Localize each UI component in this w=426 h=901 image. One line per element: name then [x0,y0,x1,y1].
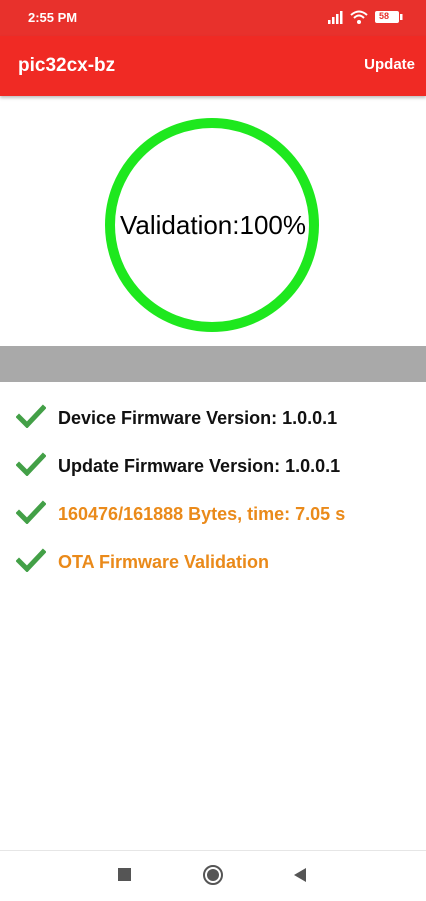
step-label: Device Firmware Version: 1.0.0.1 [58,408,338,428]
signal-icon [328,11,343,24]
step-list: Device Firmware Version: 1.0.0.1 Update … [0,398,426,590]
battery-level: 58 [379,11,390,21]
progress-bar [0,346,426,382]
progress-fill [0,346,426,382]
step-label: Update Firmware Version: 1.0.0.1 [58,456,341,476]
app-title: pic32cx-bz [18,55,116,76]
check-icon [16,404,46,428]
back-icon[interactable] [292,867,308,883]
step-label: OTA Firmware Validation [58,552,270,572]
validation-text: Validation:100% [120,210,306,240]
step-item: Device Firmware Version: 1.0.0.1 [0,398,426,446]
system-nav-bar [0,850,426,901]
step-label: 160476/161888 Bytes, time: 7.05 s [58,504,346,524]
check-icon [16,548,46,572]
status-icons: 58 [328,10,408,26]
home-icon[interactable] [202,864,224,886]
recents-icon[interactable] [117,867,133,883]
check-icon [16,452,46,476]
status-bar: 2:55 PM 58 [0,0,426,36]
wifi-icon [350,10,368,24]
step-item: Update Firmware Version: 1.0.0.1 [0,446,426,494]
check-icon [16,500,46,524]
step-item: 160476/161888 Bytes, time: 7.05 s [0,494,426,542]
app-bar: pic32cx-bz Update [0,36,426,96]
update-button[interactable]: Update [364,56,415,73]
step-item: OTA Firmware Validation [0,542,426,590]
status-time: 2:55 PM [28,10,78,25]
